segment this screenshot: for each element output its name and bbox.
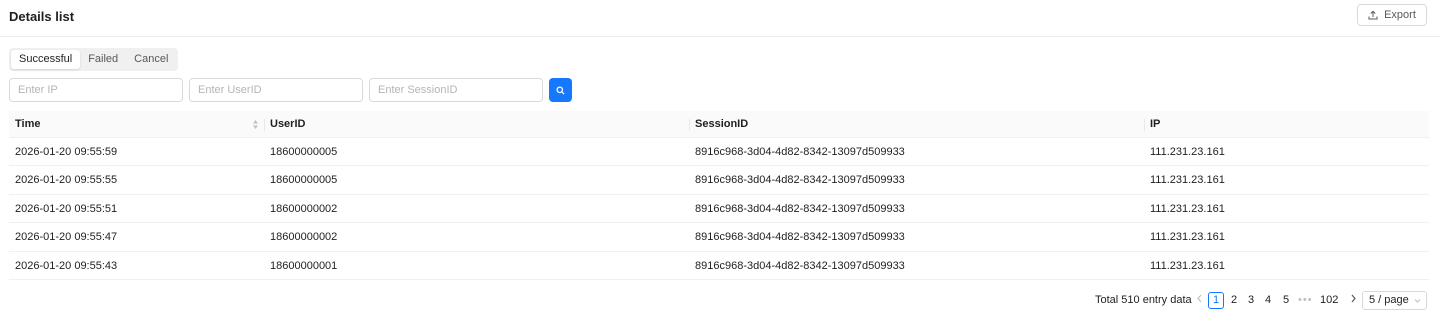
- cell-userid: 18600000001: [270, 259, 338, 272]
- cell-ip: 111.231.23.161: [1150, 231, 1225, 244]
- search-icon: [556, 85, 565, 95]
- next-page-button[interactable]: [1345, 292, 1361, 309]
- cell-sessionid: 8916c968-3d04-4d82-8342-13097d509933: [695, 231, 905, 244]
- table-row: 2026-01-20 09:55:43 18600000001 8916c968…: [9, 252, 1429, 280]
- cell-userid: 18600000002: [270, 231, 338, 244]
- cell-ip: 111.231.23.161: [1150, 146, 1225, 158]
- cell-sessionid: 8916c968-3d04-4d82-8342-13097d509933: [695, 259, 905, 272]
- details-table: Time UserID SessionID IP 2026-01-20 09:5…: [9, 111, 1429, 280]
- cell-time: 2026-01-20 09:55:51: [15, 202, 118, 215]
- page-2-button[interactable]: 2: [1226, 292, 1242, 309]
- status-segmented-control: Successful Failed Cancel: [9, 48, 179, 71]
- cell-sessionid: 8916c968-3d04-4d82-8342-13097d509933: [695, 202, 905, 215]
- page-1-button[interactable]: 1: [1208, 292, 1224, 309]
- column-header-time[interactable]: Time: [15, 111, 40, 138]
- table-row: 2026-01-20 09:55:47 18600000002 8916c968…: [9, 223, 1429, 252]
- cell-ip: 111.231.23.161: [1150, 174, 1225, 187]
- prev-page-button[interactable]: [1191, 292, 1207, 309]
- chevron-left-icon: [1196, 294, 1201, 303]
- table-header: Time UserID SessionID IP: [9, 111, 1429, 138]
- page-header: Details list Export: [0, 0, 1440, 37]
- page-5-button[interactable]: 5: [1278, 292, 1294, 309]
- cell-userid: 18600000002: [270, 202, 338, 215]
- cell-ip: 111.231.23.161: [1150, 202, 1225, 215]
- chevron-down-icon: [1414, 299, 1421, 303]
- column-divider: [1144, 119, 1145, 131]
- table-row: 2026-01-20 09:55:51 18600000002 8916c968…: [9, 195, 1429, 224]
- page-title: Details list: [9, 9, 75, 24]
- tab-cancel[interactable]: Cancel: [126, 50, 176, 69]
- cell-time: 2026-01-20 09:55:55: [15, 174, 118, 187]
- table-row: 2026-01-20 09:55:55 18600000005 8916c968…: [9, 166, 1429, 195]
- pagination-total: Total 510 entry data: [1095, 294, 1192, 306]
- upload-icon: [1368, 10, 1378, 20]
- cell-time: 2026-01-20 09:55:59: [15, 146, 118, 158]
- tab-failed[interactable]: Failed: [80, 50, 126, 69]
- cell-userid: 18600000005: [270, 174, 338, 187]
- ip-input[interactable]: [9, 78, 183, 102]
- page-3-button[interactable]: 3: [1243, 292, 1259, 309]
- tab-successful[interactable]: Successful: [11, 50, 81, 69]
- sort-icon[interactable]: [252, 119, 259, 130]
- page-4-button[interactable]: 4: [1260, 292, 1276, 309]
- export-label: Export: [1384, 9, 1416, 21]
- cell-sessionid: 8916c968-3d04-4d82-8342-13097d509933: [695, 146, 905, 158]
- chevron-right-icon: [1351, 294, 1356, 303]
- column-divider: [264, 119, 265, 131]
- page-last-button[interactable]: 102: [1319, 292, 1339, 309]
- export-button[interactable]: Export: [1357, 4, 1427, 26]
- userid-input[interactable]: [189, 78, 363, 102]
- cell-sessionid: 8916c968-3d04-4d82-8342-13097d509933: [695, 174, 905, 187]
- pagination-ellipsis[interactable]: •••: [1297, 292, 1314, 309]
- column-header-sessionid: SessionID: [695, 118, 749, 130]
- table-row: 2026-01-20 09:55:59 18600000005 8916c968…: [9, 138, 1429, 167]
- search-button[interactable]: [549, 78, 572, 102]
- column-header-ip: IP: [1150, 118, 1161, 130]
- page-size-select[interactable]: 5 / page: [1362, 291, 1427, 310]
- cell-time: 2026-01-20 09:55:43: [15, 259, 118, 272]
- column-divider: [689, 119, 690, 131]
- sessionid-input[interactable]: [369, 78, 543, 102]
- cell-time: 2026-01-20 09:55:47: [15, 231, 118, 244]
- cell-userid: 18600000005: [270, 146, 338, 158]
- page-size-value: 5 / page: [1369, 294, 1409, 306]
- column-header-userid: UserID: [270, 118, 306, 130]
- cell-ip: 111.231.23.161: [1150, 259, 1225, 272]
